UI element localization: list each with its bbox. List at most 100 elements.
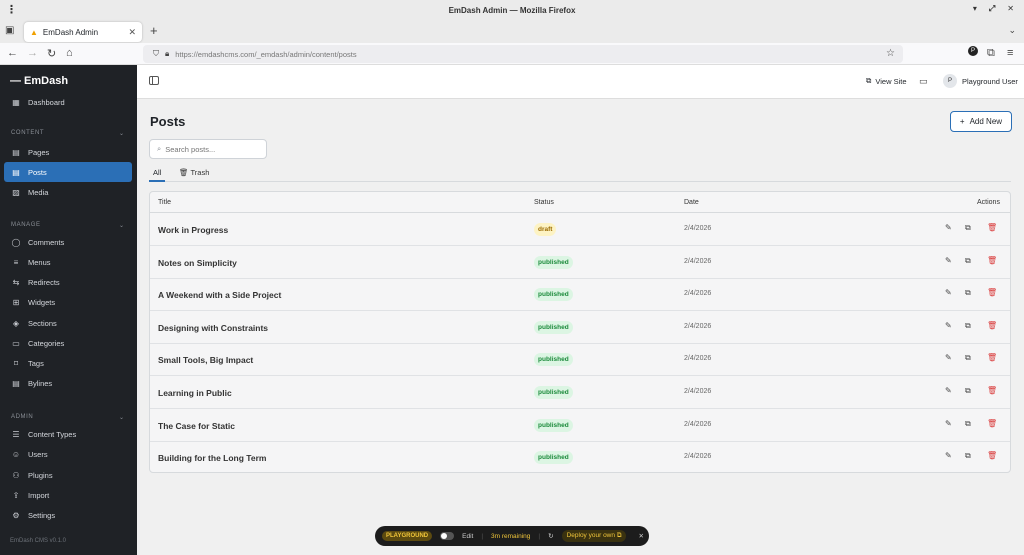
- duplicate-icon[interactable]: ⧉: [965, 451, 971, 461]
- sidebar-item-menus[interactable]: ≡ Menus: [4, 252, 132, 272]
- delete-icon[interactable]: 🗑︎: [987, 419, 997, 428]
- sidebar-item-users[interactable]: ☺ Users: [4, 444, 132, 464]
- duplicate-icon[interactable]: ⧉: [965, 353, 971, 363]
- close-window-icon[interactable]: ✕: [1007, 4, 1014, 14]
- edit-icon[interactable]: ✎: [945, 353, 952, 362]
- sidebar-item-widgets[interactable]: ⊞ Widgets: [4, 292, 132, 312]
- table-row[interactable]: Notes on Simplicity published 2/4/2026 ✎ ⧉ 🗑︎: [150, 246, 1010, 279]
- refresh-icon[interactable]: ↻: [548, 532, 553, 540]
- forward-icon[interactable]: →: [27, 47, 38, 59]
- view-site-link[interactable]: ⧉ View Site: [866, 76, 907, 86]
- back-icon[interactable]: ←: [7, 47, 18, 59]
- delete-icon[interactable]: 🗑︎: [987, 321, 997, 330]
- section-content[interactable]: CONTENT ⌄: [11, 130, 124, 137]
- delete-icon[interactable]: 🗑︎: [987, 353, 997, 362]
- edit-icon[interactable]: ✎: [945, 386, 952, 395]
- toggle-sidebar-icon[interactable]: [149, 76, 159, 85]
- duplicate-icon[interactable]: ⧉: [965, 288, 971, 298]
- sidebar-item-import[interactable]: ⇪ Import: [4, 485, 132, 505]
- new-tab-icon[interactable]: +: [150, 23, 158, 38]
- table-row[interactable]: Building for the Long Term published 2/4/2…: [150, 441, 1010, 472]
- sidebar-item-sections[interactable]: ◈ Sections: [4, 313, 132, 333]
- browser-navbar: ← → ↻ ⌂ ⛉ 🔒︎ https://emdashcms.com/_emda…: [0, 43, 1024, 65]
- delete-icon[interactable]: 🗑︎: [987, 223, 997, 232]
- section-admin[interactable]: ADMIN ⌄: [11, 414, 124, 421]
- app-menu-icon[interactable]: ≡: [1007, 47, 1013, 59]
- add-new-button[interactable]: + Add New: [950, 111, 1012, 132]
- table-row[interactable]: A Weekend with a Side Project published 2/…: [150, 278, 1010, 312]
- list-all-tabs-icon[interactable]: ▣: [5, 25, 14, 36]
- edit-icon[interactable]: ✎: [945, 223, 952, 232]
- section-manage[interactable]: MANAGE ⌄: [11, 222, 124, 229]
- close-playground-icon[interactable]: ✕: [638, 532, 643, 540]
- table-row[interactable]: Small Tools, Big Impact published 2/4/2026…: [150, 343, 1010, 377]
- monitor-icon[interactable]: ▭: [919, 76, 928, 87]
- window-menu-icon[interactable]: ⋮: [6, 3, 17, 16]
- post-title[interactable]: Building for the Long Term: [158, 453, 266, 463]
- search-box[interactable]: ⌕: [149, 139, 267, 159]
- table-row[interactable]: Designing with Constraints published 2/4/2…: [150, 311, 1010, 344]
- edit-icon[interactable]: ✎: [945, 451, 952, 460]
- delete-icon[interactable]: 🗑︎: [987, 288, 997, 297]
- post-title[interactable]: The Case for Static: [158, 421, 235, 431]
- bookmark-star-icon[interactable]: ☆: [886, 48, 895, 59]
- sidebar-item-redirects[interactable]: ⇆ Redirects: [4, 272, 132, 292]
- tab-trash[interactable]: 🗑︎ Trash: [179, 164, 209, 182]
- sidebar-item-comments[interactable]: ◯ Comments: [4, 232, 132, 252]
- edit-icon[interactable]: ✎: [945, 321, 952, 330]
- tag-icon: ⌑: [13, 358, 19, 368]
- post-title[interactable]: Designing with Constraints: [158, 323, 268, 333]
- duplicate-icon[interactable]: ⧉: [965, 223, 971, 233]
- close-tab-icon[interactable]: ✕: [128, 27, 136, 38]
- reload-icon[interactable]: ↻: [47, 47, 56, 60]
- sidebar-item-content-types[interactable]: ☰ Content Types: [4, 424, 132, 444]
- restore-icon[interactable]: ⤢: [989, 4, 995, 14]
- duplicate-icon[interactable]: ⧉: [965, 419, 971, 429]
- minimize-icon[interactable]: ▾: [973, 4, 977, 14]
- edit-icon[interactable]: ✎: [945, 419, 952, 428]
- url-bar[interactable]: ⛉ 🔒︎ https://emdashcms.com/_emdash/admin…: [143, 45, 903, 63]
- post-date: 2/4/2026: [684, 225, 712, 232]
- post-title[interactable]: Learning in Public: [158, 388, 232, 398]
- sidebar-item-pages[interactable]: ▤ Pages: [4, 142, 132, 162]
- duplicate-icon[interactable]: ⧉: [965, 321, 971, 331]
- sidebar-item-posts[interactable]: ▤ Posts: [4, 162, 132, 182]
- sidebar-item-plugins[interactable]: ⚇ Plugins: [4, 465, 132, 485]
- sidebar-item-media[interactable]: ▨ Media: [4, 182, 132, 202]
- tab-overflow-icon[interactable]: ⌄: [1008, 25, 1016, 36]
- duplicate-icon[interactable]: ⧉: [965, 386, 971, 396]
- sidebar-item-settings[interactable]: ⚙ Settings: [4, 505, 132, 525]
- table-row[interactable]: Learning in Public published 2/4/2026 ✎ ⧉ 🗑︎: [150, 376, 1010, 409]
- table-row[interactable]: Work in Progress draft 2/4/2026 ✎ ⧉ 🗑︎: [150, 213, 1010, 246]
- search-input[interactable]: [165, 144, 256, 154]
- table-row[interactable]: The Case for Static published 2/4/2026 ✎ ⧉ 🗑︎: [150, 409, 1010, 442]
- deploy-button[interactable]: Deploy your own ⧉: [561, 530, 627, 542]
- extensions-icon[interactable]: ⧉: [987, 47, 995, 60]
- edit-icon[interactable]: ✎: [945, 256, 952, 265]
- browser-tab[interactable]: ▲ EmDash Admin ✕: [24, 22, 142, 42]
- plug-icon: ⚇: [12, 470, 20, 480]
- sidebar-item-categories[interactable]: ▭ Categories: [4, 333, 132, 353]
- status-badge: draft: [534, 223, 557, 236]
- home-icon[interactable]: ⌂: [66, 47, 73, 59]
- edit-toggle[interactable]: [440, 532, 455, 540]
- user-menu[interactable]: P Playground User: [943, 74, 1018, 88]
- sidebar-item-tags[interactable]: ⌑ Tags: [4, 353, 132, 373]
- tab-all[interactable]: All: [149, 164, 166, 182]
- edit-icon[interactable]: ✎: [945, 288, 952, 297]
- search-icon: ⌕: [157, 144, 162, 153]
- window-title: EmDash Admin — Mozilla Firefox: [448, 5, 576, 15]
- delete-icon[interactable]: 🗑︎: [987, 451, 997, 460]
- profile-icon[interactable]: P: [968, 46, 978, 56]
- post-title[interactable]: A Weekend with a Side Project: [158, 290, 281, 300]
- col-date: Date: [684, 199, 699, 206]
- post-title[interactable]: Work in Progress: [158, 225, 228, 235]
- duplicate-icon[interactable]: ⧉: [965, 256, 971, 266]
- post-title[interactable]: Notes on Simplicity: [158, 258, 237, 268]
- delete-icon[interactable]: 🗑︎: [987, 386, 997, 395]
- sidebar-item-bylines[interactable]: ▤ Bylines: [4, 373, 132, 393]
- post-title[interactable]: Small Tools, Big Impact: [158, 355, 253, 365]
- delete-icon[interactable]: 🗑︎: [987, 256, 997, 265]
- brand-logo[interactable]: — EmDash: [10, 75, 68, 87]
- sidebar-item-dashboard[interactable]: ▦ Dashboard: [4, 92, 132, 112]
